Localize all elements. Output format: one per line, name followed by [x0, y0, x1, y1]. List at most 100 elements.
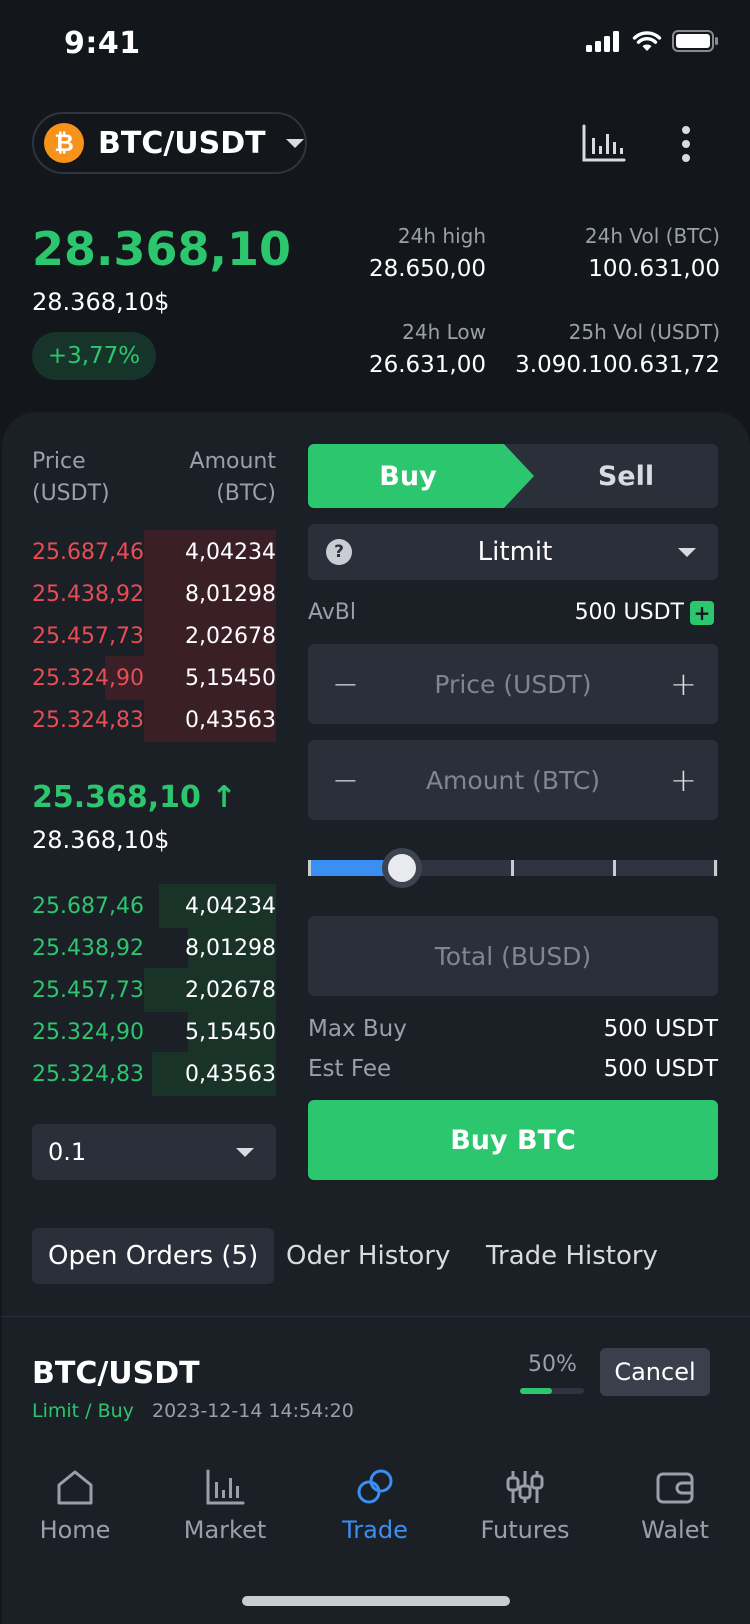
ask-price: 25.457,73: [32, 623, 144, 649]
est-fee-label: Est Fee: [308, 1056, 392, 1082]
amount-header: Amount (BTC): [190, 446, 276, 510]
low-label: 24h Low: [402, 320, 486, 344]
bid-amount: 8,01298: [185, 935, 276, 961]
low-value: 26.631,00: [368, 352, 486, 378]
nav-market[interactable]: Market: [150, 1456, 300, 1576]
bid-amount: 2,02678: [185, 977, 276, 1003]
plus-icon[interactable]: +: [670, 665, 697, 703]
status-time: 9:41: [64, 26, 141, 61]
deposit-plus-icon[interactable]: +: [690, 601, 714, 625]
wifi-icon: [632, 31, 662, 51]
depth-value: 0.1: [48, 1138, 87, 1166]
ask-row[interactable]: 25.324,83 0,43563: [32, 698, 276, 742]
bid-row[interactable]: 25.687,46 4,04234: [32, 884, 276, 928]
slider-tick[interactable]: [308, 860, 311, 876]
buy-sell-toggle: Buy Sell: [308, 444, 718, 508]
bid-row[interactable]: 25.438,92 8,01298: [32, 926, 276, 970]
mid-price-usd: 28.368,10$: [32, 826, 170, 854]
ask-amount: 8,01298: [185, 581, 276, 607]
ask-row[interactable]: 25.457,73 2,02678: [32, 614, 276, 658]
nav-home[interactable]: Home: [0, 1456, 150, 1576]
bottom-nav: Home Market Trade Futures Walet: [0, 1456, 750, 1576]
tab-buy[interactable]: Buy: [308, 444, 534, 508]
vol-usdt-label: 25h Vol (USDT): [568, 320, 720, 344]
available-label: AvBl: [308, 600, 356, 625]
max-buy-value: 500 USDT: [603, 1016, 718, 1042]
signal-icon: [586, 31, 619, 52]
slider-tick[interactable]: [613, 860, 616, 876]
help-icon[interactable]: ?: [326, 539, 352, 565]
pair-selector[interactable]: ₿ BTC/USDT: [32, 112, 307, 174]
ask-amount: 0,43563: [185, 707, 276, 733]
more-vertical-icon[interactable]: [676, 124, 696, 164]
amount-header-line2: (BTC): [216, 481, 276, 506]
tab-trade-history[interactable]: Trade History: [486, 1228, 658, 1284]
ask-amount: 4,04234: [185, 539, 276, 565]
available-value: 500 USDT: [574, 600, 684, 625]
chevron-down-icon: [285, 138, 304, 148]
bitcoin-icon: ₿: [44, 123, 84, 163]
nav-wallet-label: Walet: [641, 1516, 709, 1544]
high-value: 28.650,00: [368, 256, 486, 282]
ask-price: 25.687,46: [32, 539, 144, 565]
bid-price: 25.324,90: [32, 1019, 144, 1045]
nav-trade[interactable]: Trade: [300, 1456, 450, 1576]
nav-trade-label: Trade: [342, 1516, 408, 1544]
bid-price: 25.438,92: [32, 935, 144, 961]
sliders-icon: [506, 1471, 544, 1503]
bid-row[interactable]: 25.457,73 2,02678: [32, 968, 276, 1012]
price-change-badge: +3,77%: [32, 332, 156, 380]
bid-amount: 5,15450: [185, 1019, 276, 1045]
bid-price: 25.324,83: [32, 1061, 144, 1087]
bid-row[interactable]: 25.324,90 5,15450: [32, 1010, 276, 1054]
total-input[interactable]: Total (BUSD): [308, 916, 718, 996]
cancel-order-button[interactable]: Cancel: [600, 1348, 710, 1396]
slider-tick[interactable]: [511, 860, 514, 876]
order-progress-fill: [520, 1388, 552, 1394]
tab-open-orders[interactable]: Open Orders (5): [32, 1228, 275, 1284]
buy-btc-button[interactable]: Buy BTC: [308, 1100, 718, 1180]
ask-price: 25.438,92: [32, 581, 144, 607]
nav-market-label: Market: [183, 1516, 267, 1544]
price-input[interactable]: − Price (USDT) +: [308, 644, 718, 724]
minus-icon[interactable]: −: [332, 665, 359, 703]
trade-icon: [357, 1469, 393, 1504]
order-filled-percent: 50%: [528, 1352, 577, 1377]
chevron-down-icon: [236, 1147, 254, 1157]
ask-row[interactable]: 25.324,90 5,15450: [32, 656, 276, 700]
battery-icon: [672, 30, 718, 52]
chart-bars-icon[interactable]: [582, 124, 626, 166]
depth-selector[interactable]: 0.1: [32, 1124, 276, 1180]
est-fee-value: 500 USDT: [603, 1056, 718, 1082]
amount-placeholder[interactable]: Amount (BTC): [356, 766, 670, 795]
price-header: Price (USDT): [32, 446, 110, 510]
status-icons: [586, 30, 718, 52]
bid-amount: 4,04234: [185, 893, 276, 919]
bid-amount: 0,43563: [185, 1061, 276, 1087]
high-label: 24h high: [397, 224, 486, 248]
minus-icon[interactable]: −: [332, 761, 359, 799]
nav-wallet[interactable]: Walet: [600, 1456, 750, 1576]
last-price-usd: 28.368,10$: [32, 288, 170, 316]
ask-row[interactable]: 25.438,92 8,01298: [32, 572, 276, 616]
vol-btc-value: 100.631,00: [588, 256, 720, 282]
ask-row[interactable]: 25.687,46 4,04234: [32, 530, 276, 574]
home-icon: [57, 1470, 93, 1505]
home-indicator: [242, 1596, 510, 1606]
ask-amount: 5,15450: [185, 665, 276, 691]
tab-order-history[interactable]: Oder History: [286, 1228, 450, 1284]
slider-tick[interactable]: [714, 860, 717, 876]
nav-futures-label: Futures: [480, 1516, 570, 1544]
price-placeholder[interactable]: Price (USDT): [356, 670, 670, 699]
plus-icon[interactable]: +: [670, 761, 697, 799]
order-type-select[interactable]: ? Litmit: [308, 524, 718, 580]
tab-sell[interactable]: Sell: [534, 444, 718, 508]
chart-bars-icon: [206, 1469, 245, 1505]
nav-futures[interactable]: Futures: [450, 1456, 600, 1576]
max-buy-label: Max Buy: [308, 1016, 407, 1042]
order-time: 2023-12-14 14:54:20: [152, 1400, 354, 1422]
amount-input[interactable]: − Amount (BTC) +: [308, 740, 718, 820]
divider: [0, 1316, 750, 1317]
price-header-line1: Price: [32, 449, 86, 474]
bid-row[interactable]: 25.324,83 0,43563: [32, 1052, 276, 1096]
